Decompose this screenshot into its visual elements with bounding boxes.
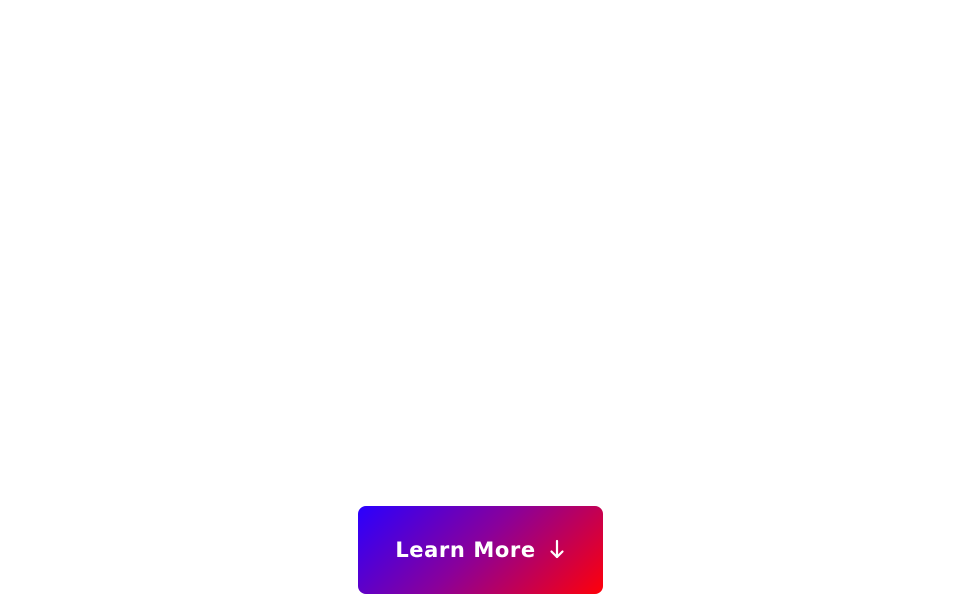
learn-more-label: Learn More — [395, 537, 536, 562]
arrow-down-icon — [548, 538, 566, 562]
page-canvas — [0, 0, 961, 594]
learn-more-button[interactable]: Learn More — [358, 506, 603, 594]
